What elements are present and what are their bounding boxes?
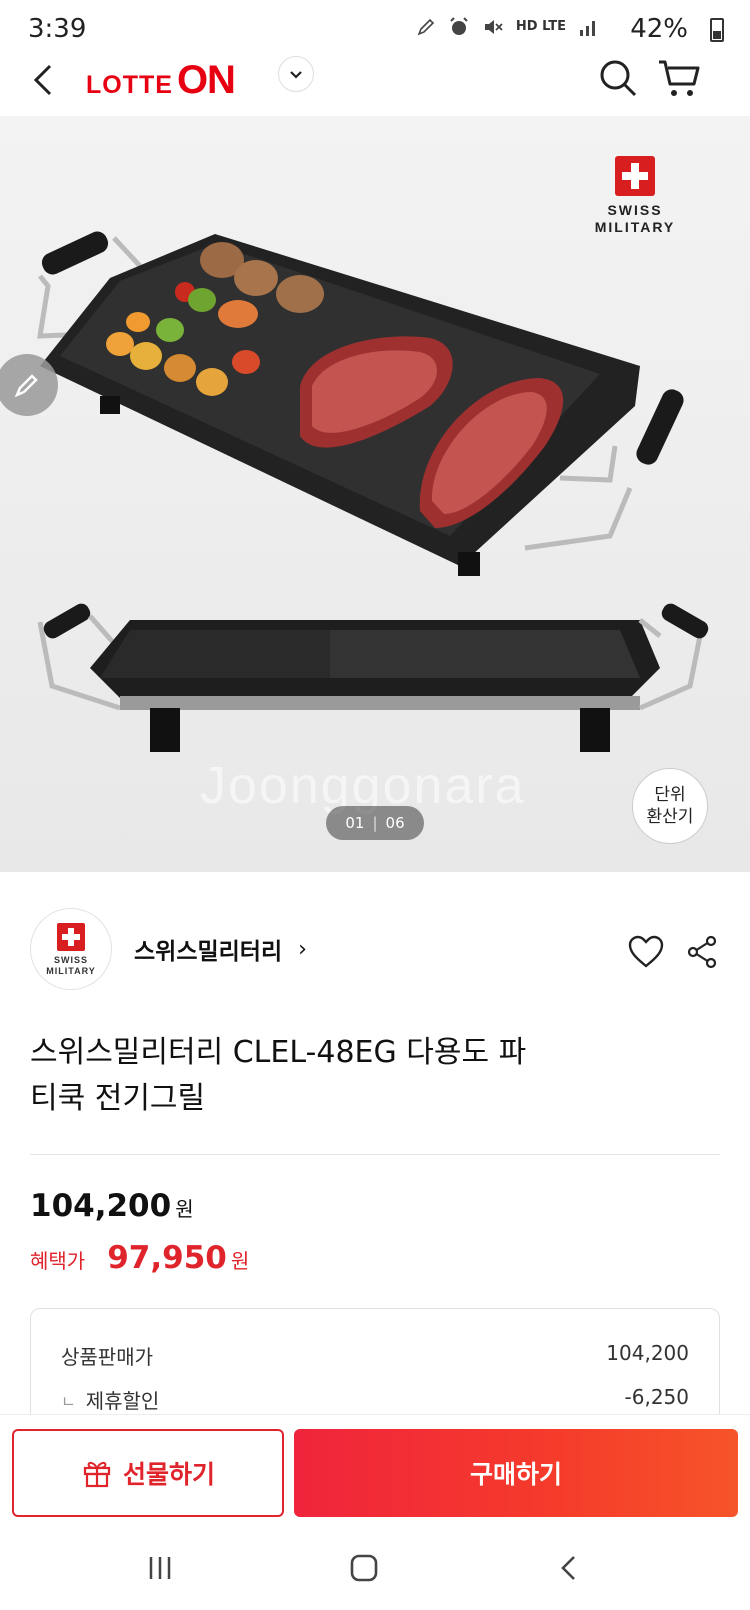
breakdown-row: ㄴ 제휴할인 -6,250 [61,1385,689,1414]
seller-name-link[interactable]: 스위스밀리터리 › [134,932,307,966]
price-currency: 원 [175,1197,194,1221]
brand-badge-line2: MILITARY [594,219,676,235]
search-icon [600,60,637,97]
benefit-price: 혜택가 97,950 원 [30,1240,249,1276]
pager-total: 06 [385,814,405,832]
pencil-icon [14,374,38,398]
price: 104,200 원 [30,1188,194,1224]
breakdown-label: 제휴할인 [85,1389,160,1413]
logo-text-on: ON [176,58,236,102]
seller-row: SWISS MILITARY 스위스밀리터리 › [0,872,750,992]
unit-converter-button[interactable]: 단위 환산기 [632,768,708,844]
pager-separator: | [372,814,378,832]
buy-label: 구매하기 [469,1460,562,1489]
recent-apps-button[interactable] [140,1548,180,1588]
breakdown-sub-label: ㄴ 제휴할인 [61,1385,159,1414]
home-button[interactable] [344,1548,384,1588]
brand-badge-line1: SWISS [607,202,663,218]
status-time: 3:39 [28,14,87,44]
mall-switch-button[interactable] [278,56,314,92]
signal-icon [580,21,595,36]
pen-icon [417,18,435,36]
system-back-button[interactable] [550,1548,590,1588]
share-icon [687,935,717,969]
search-button[interactable] [596,56,640,100]
sub-item-marker-icon: ㄴ [61,1391,76,1411]
purchase-action-bar: 선물하기 구매하기 [0,1414,750,1524]
seller-logo-line1: SWISS [53,955,88,965]
status-icons: HD LTE [416,16,600,38]
swiss-cross-icon [615,156,655,196]
brand-badge: SWISS MILITARY [580,156,690,236]
unit-converter-line2: 환산기 [646,807,694,827]
gift-label: 선물하기 [122,1460,215,1489]
benefit-currency: 원 [230,1249,250,1273]
unit-converter-line1: 단위 [654,785,686,805]
swiss-cross-icon [57,923,85,951]
benefit-label: 혜택가 [30,1249,86,1273]
heart-icon [628,935,664,968]
buy-button[interactable]: 구매하기 [294,1429,738,1517]
product-title-line1: 스위스밀리터리 CLEL-48EG 다용도 파 [30,1035,527,1070]
recent-apps-icon [149,1557,171,1579]
gift-icon [83,1461,111,1488]
network-label: HD LTE [515,19,566,34]
alarm-icon [450,17,468,35]
benefit-price-value: 97,950 [107,1240,227,1276]
chevron-right-icon: › [298,936,307,962]
breakdown-value: 104,200 [606,1341,689,1365]
product-title: 스위스밀리터리 CLEL-48EG 다용도 파 티쿡 전기그릴 [30,1030,630,1122]
seller-logo-line2: MILITARY [46,966,96,976]
divider [30,1154,720,1155]
gift-button[interactable]: 선물하기 [12,1429,284,1517]
battery-percent: 42% [630,14,688,44]
chevron-left-icon [561,1556,575,1580]
back-button[interactable] [26,60,66,108]
app-header: LOTTE ON [0,56,750,116]
breakdown-label: 상품판매가 [61,1345,153,1369]
seller-logo[interactable]: SWISS MILITARY [30,908,112,990]
pager-current: 01 [345,814,365,832]
product-image-carousel[interactable]: SWISS MILITARY Joonggonara 01 | 06 단위 환산… [0,116,750,872]
breakdown-row: 상품판매가 104,200 [61,1341,689,1370]
cart-icon [659,60,700,96]
lotte-on-logo[interactable]: LOTTE ON [86,58,236,103]
cart-button[interactable] [656,56,702,100]
price-value: 104,200 [30,1188,172,1224]
breakdown-value: -6,250 [624,1385,689,1409]
chevron-left-icon [33,64,52,96]
share-button[interactable] [682,932,722,972]
battery-icon [710,18,724,42]
home-icon [350,1554,378,1582]
status-bar: 3:39 HD LTE 42% [0,0,750,56]
seller-name: 스위스밀리터리 [134,939,283,965]
system-navigation-bar [0,1524,750,1610]
chevron-down-icon [290,71,302,79]
mute-icon [484,20,503,34]
product-title-line2: 티쿡 전기그릴 [30,1081,206,1116]
logo-text-lotte: LOTTE [86,71,173,99]
like-button[interactable] [626,932,666,972]
image-pager: 01 | 06 [326,806,424,840]
